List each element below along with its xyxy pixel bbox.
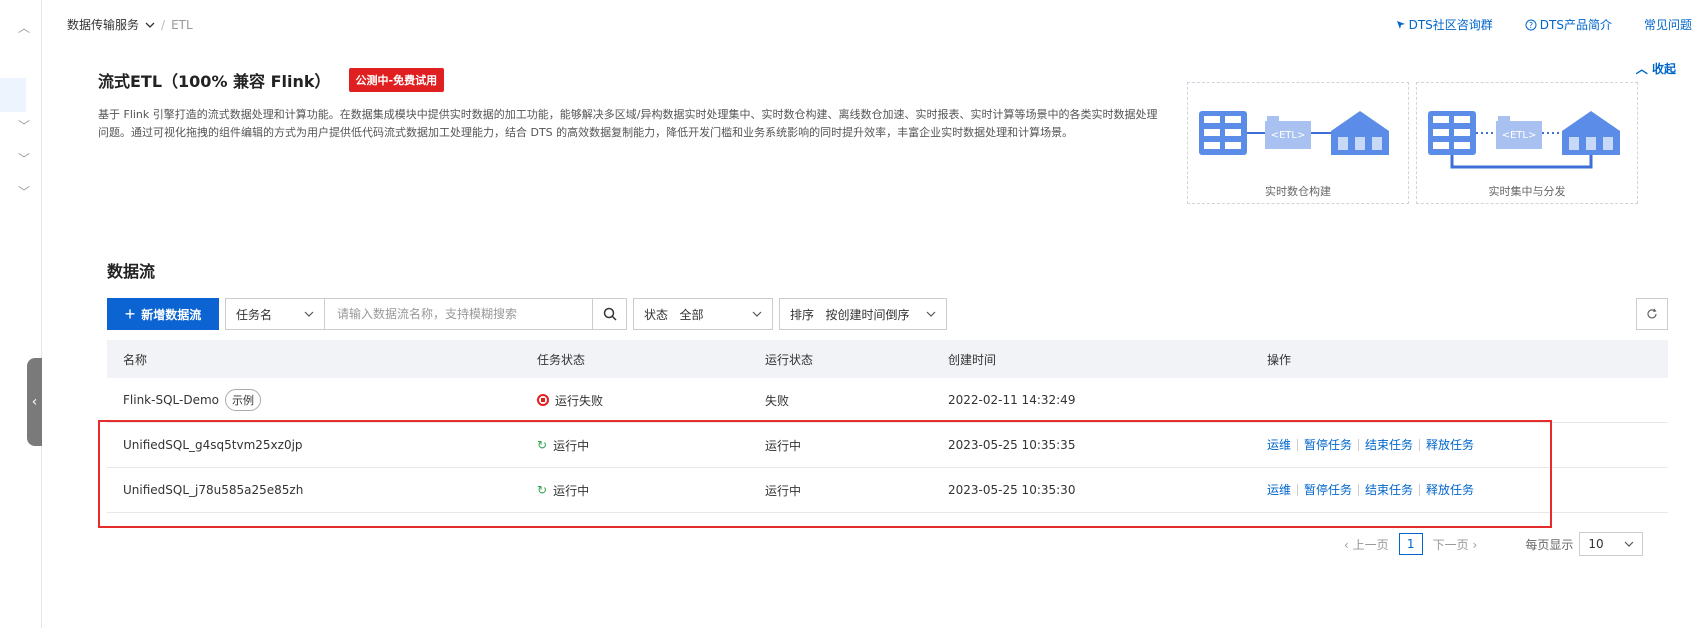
chevron-down-icon [926,311,936,317]
left-rail: ︿ ﹀ ﹀ ﹀ ‹ [0,0,42,628]
breadcrumb-separator: / [161,17,166,32]
run-status: 失败 [765,393,790,408]
rail-active-item[interactable] [0,78,26,112]
pin-icon [1396,20,1405,29]
chevron-left-icon: ‹ [1344,537,1349,552]
section-title: 数据流 [107,262,156,281]
collapse-intro-button[interactable]: ︿ 收起 [1636,60,1676,77]
sort-select[interactable]: 排序 按创建时间倒序 [779,298,947,330]
etl-label: <ETL> [1271,130,1306,141]
community-link[interactable]: DTS社区咨询群 [1396,16,1493,33]
chevron-down-icon[interactable]: ﹀ [18,153,30,165]
chevron-down-icon[interactable] [145,21,155,29]
diagram-caption: 实时集中与分发 [1488,185,1566,198]
task-status-cell: 运行失败 [537,392,765,409]
intro-header: 流式ETL（100% 兼容 Flink） 公测中-免费试用 [98,68,445,92]
per-page-value: 10 [1588,537,1604,551]
dataflow-toolbar: + 新增数据流 任务名 状态 全部 排序 按创建时间倒序 [107,298,947,330]
faq-link-label: 常见问题 [1643,18,1692,32]
status-filter-select[interactable]: 状态 全部 [633,298,773,330]
header-name: 名称 [123,352,148,367]
prev-page-button[interactable]: ‹ 上一页 [1344,536,1389,553]
collapse-intro-label: 收起 [1651,62,1676,76]
chevron-down-icon [304,311,314,317]
chevron-down-icon [1624,541,1634,547]
chevron-down-icon [752,311,762,317]
failed-status-icon [537,394,549,406]
diagram-caption: 实时数仓构建 [1265,185,1331,198]
product-intro-label: DTS产品简介 [1539,18,1612,32]
chevron-down-icon[interactable]: ﹀ [18,120,30,132]
chevron-up-icon[interactable]: ︿ [18,22,30,34]
page-title: 流式ETL（100% 兼容 Flink） [98,72,331,91]
status-filter-text: 状态 全部 [644,306,703,323]
chevron-up-icon: ︿ [1635,62,1648,76]
chevron-down-icon[interactable]: ﹀ [18,186,30,198]
breadcrumb: 数据传输服务 / ETL [67,16,193,33]
product-intro-link[interactable]: ? DTS产品简介 [1525,16,1612,33]
top-links: DTS社区咨询群 ? DTS产品简介 常见问题 [1396,16,1692,33]
prev-page-label: 上一页 [1352,537,1389,552]
example-tag: 示例 [224,389,261,411]
per-page-control: 每页显示 10 [1525,532,1644,556]
sidebar-collapse-tab[interactable]: ‹ [27,358,42,446]
refresh-icon [1647,308,1657,319]
task-status: 运行失败 [555,393,604,408]
search-input[interactable] [325,298,593,330]
per-page-label: 每页显示 [1525,537,1574,552]
filter-field-value: 任务名 [236,307,273,322]
warehouse-flow-diagram: <ETL> [1199,111,1389,155]
breadcrumb-current: ETL [171,17,193,32]
distribution-flow-diagram: <ETL> [1428,111,1620,169]
search-button[interactable] [593,298,627,330]
per-page-select[interactable]: 10 [1579,532,1644,556]
refresh-button[interactable] [1636,298,1668,330]
status-filter-value: 全部 [679,307,704,322]
etl-label: <ETL> [1502,130,1537,141]
created-time: 2022-02-11 14:32:49 [948,393,1076,407]
row-name-cell: Flink-SQL-Demo 示例 [107,389,537,411]
intro-description: 基于 Flink 引擎打造的流式数据处理和计算功能。在数据集成模块中提供实时数据… [98,108,1158,139]
filter-field-select[interactable]: 任务名 [225,298,325,330]
search-icon [603,307,617,321]
next-page-label: 下一页 [1432,537,1469,552]
page-number[interactable]: 1 [1398,533,1423,555]
status-filter-label: 状态 [644,307,669,322]
add-dataflow-button[interactable]: + 新增数据流 [107,298,219,330]
plus-icon: + [124,304,136,324]
help-circle-icon: ? [1525,19,1537,30]
beta-badge: 公测中-免费试用 [348,68,445,92]
sort-text: 排序 按创建时间倒序 [790,306,909,323]
diagram-realtime-warehouse: <ETL> 实时数仓构建 [1187,82,1409,204]
chevron-right-icon: › [1472,537,1478,552]
search-group: 任务名 [225,298,627,330]
header-created: 创建时间 [948,352,997,367]
chevron-left-icon: ‹ [31,394,38,410]
sort-label: 排序 [790,307,815,322]
pagination: ‹ 上一页 1 下一页 › 每页显示 10 [1344,532,1644,556]
header-run-status: 运行状态 [765,352,814,367]
breadcrumb-service[interactable]: 数据传输服务 [67,16,139,33]
row-name[interactable]: Flink-SQL-Demo [123,393,219,407]
next-page-button[interactable]: 下一页 › [1433,536,1478,553]
highlight-box [98,420,1552,528]
add-dataflow-label: 新增数据流 [141,307,202,322]
table-header: 名称 任务状态 运行状态 创建时间 操作 [107,340,1668,378]
header-actions: 操作 [1267,352,1292,367]
faq-link[interactable]: 常见问题 [1644,16,1692,33]
diagram-realtime-distribution: <ETL> 实时集中与分发 [1416,82,1638,204]
community-link-label: DTS社区咨询群 [1408,18,1493,32]
sort-value: 按创建时间倒序 [825,307,910,322]
header-task-status: 任务状态 [537,352,586,367]
table-row: Flink-SQL-Demo 示例 运行失败 失败 2022-02-11 14:… [107,378,1668,423]
svg-text:?: ? [1529,21,1533,30]
